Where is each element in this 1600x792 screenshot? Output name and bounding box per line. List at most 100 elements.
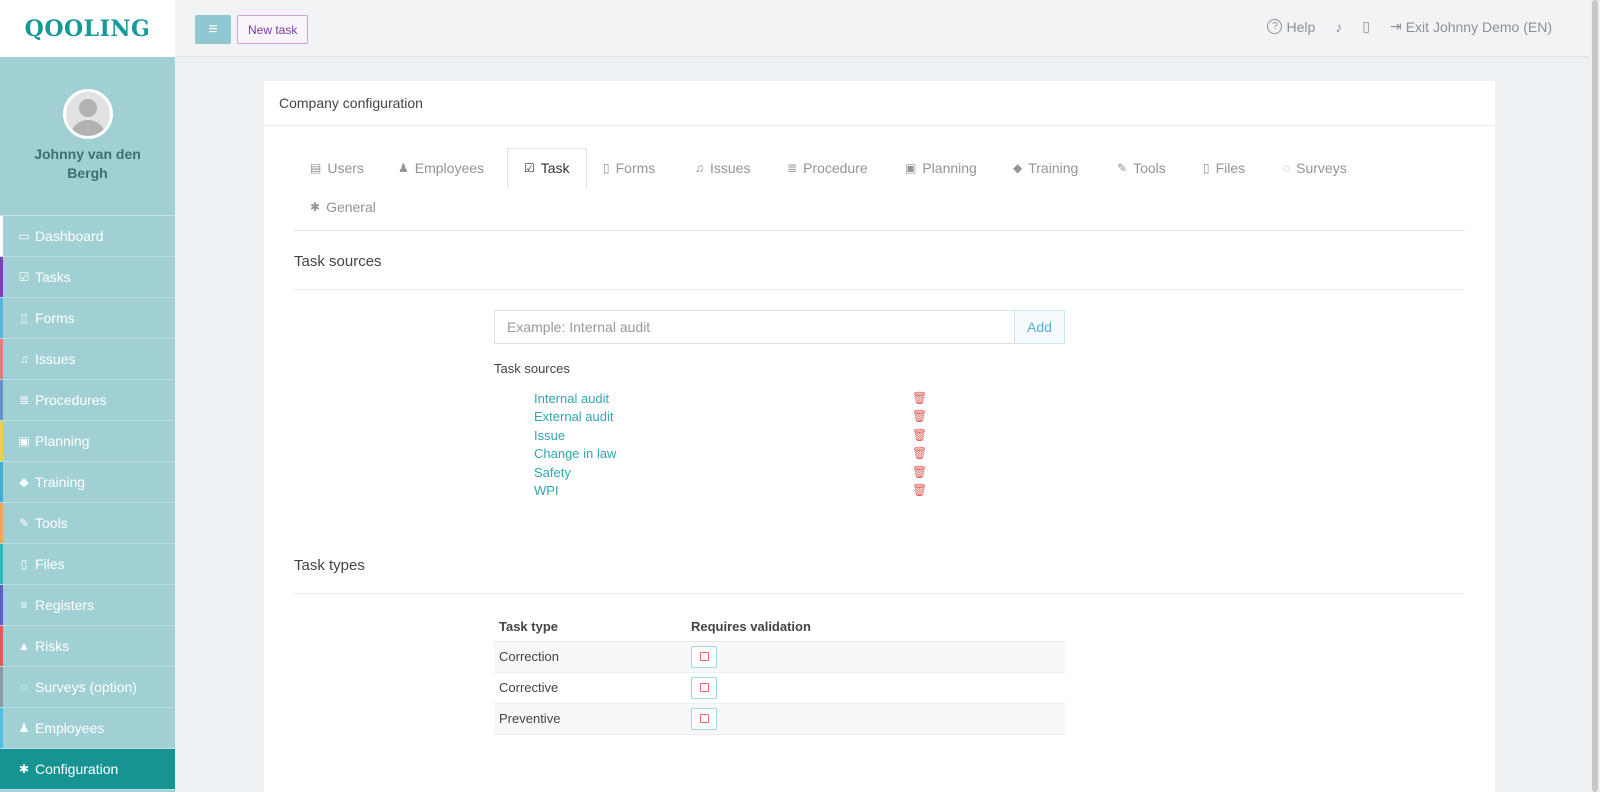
tab-task[interactable]: ☑ Task bbox=[507, 148, 587, 188]
warning-icon: ▲ bbox=[18, 639, 30, 653]
avatar[interactable] bbox=[62, 89, 113, 139]
bell-icon: ♫ bbox=[695, 161, 704, 175]
task-type-cell: Correction bbox=[494, 641, 686, 673]
sidebar: QOOLING Johnny van den Bergh ▭ Dashboard… bbox=[0, 0, 175, 792]
list-item: Safety 🗑 bbox=[534, 463, 927, 481]
tablet-button[interactable]: ▯ bbox=[1362, 18, 1370, 35]
requires-validation-checkbox[interactable] bbox=[691, 707, 717, 730]
sidebar-item-dashboard[interactable]: ▭ Dashboard bbox=[0, 216, 175, 257]
logo[interactable]: QOOLING bbox=[0, 0, 175, 57]
list-item: Internal audit 🗑 bbox=[534, 389, 927, 407]
sidebar-item-tasks[interactable]: ☑ Tasks bbox=[0, 257, 175, 298]
sidebar-item-forms[interactable]: ▯ Forms bbox=[0, 298, 175, 339]
page-title: Company configuration bbox=[264, 81, 1495, 126]
trash-icon[interactable]: 🗑 bbox=[912, 428, 927, 442]
sidebar-item-label: Issues bbox=[35, 351, 76, 367]
sidebar-item-issues[interactable]: ♫ Issues bbox=[0, 339, 175, 380]
task-type-cell: Corrective bbox=[494, 672, 686, 704]
logo-text: QOOLING bbox=[24, 15, 151, 42]
sidebar-item-label: Risks bbox=[35, 638, 70, 654]
task-source-link[interactable]: Safety bbox=[534, 465, 571, 480]
sidebar-item-label: Tools bbox=[35, 515, 68, 531]
sidebar-item-risks[interactable]: ▲ Risks bbox=[0, 626, 175, 667]
exit-demo-link[interactable]: ⇥ Exit Johnny Demo (EN) bbox=[1390, 18, 1552, 35]
task-source-input-group: Example: Internal audit Add bbox=[494, 310, 1065, 344]
graduation-cap-icon: ◆ bbox=[1013, 161, 1023, 175]
tab-surveys[interactable]: ◌ Surveys bbox=[1267, 149, 1363, 187]
comment-icon: ◌ bbox=[1283, 161, 1291, 175]
sidebar-item-label: Tasks bbox=[35, 269, 71, 285]
users-icon: ♟ bbox=[18, 721, 30, 735]
new-task-button[interactable]: New task bbox=[237, 15, 309, 44]
tab-users[interactable]: ▤ Users bbox=[294, 149, 380, 187]
task-source-link[interactable]: Issue bbox=[534, 428, 565, 443]
sidebar-item-registers[interactable]: ≡ Registers bbox=[0, 585, 175, 626]
tab-planning[interactable]: ▣ Planning bbox=[889, 149, 993, 187]
list-item: Change in law 🗑 bbox=[534, 444, 927, 462]
task-type-cell: Preventive bbox=[494, 703, 686, 735]
config-tabs: ▤ Users ♟ Employees ☑ Task ▯ Forms ♫ Iss… bbox=[294, 148, 1465, 231]
tab-tools[interactable]: ✎ Tools bbox=[1101, 149, 1182, 187]
configuration-panel: Company configuration ▤ Users ♟ Employee… bbox=[264, 81, 1495, 792]
table-row: Correction bbox=[494, 641, 1065, 673]
sidebar-item-employees[interactable]: ♟ Employees bbox=[0, 708, 175, 749]
sidebar-item-label: Surveys (option) bbox=[35, 679, 137, 695]
tab-employees[interactable]: ♟ Employees bbox=[382, 149, 500, 187]
trash-icon[interactable]: 🗑 bbox=[912, 409, 927, 423]
tab-label: Forms bbox=[615, 160, 656, 176]
sidebar-item-files[interactable]: ▯ Files bbox=[0, 544, 175, 585]
task-source-input[interactable]: Example: Internal audit bbox=[494, 310, 1014, 344]
sidebar-item-planning[interactable]: ▣ Planning bbox=[0, 421, 175, 462]
trash-icon[interactable]: 🗑 bbox=[912, 483, 927, 497]
sidebar-item-surveys[interactable]: ◌ Surveys (option) bbox=[0, 667, 175, 708]
menu-toggle-button[interactable]: ≡ bbox=[195, 15, 231, 44]
trash-icon[interactable]: 🗑 bbox=[912, 465, 927, 479]
task-source-link[interactable]: Change in law bbox=[534, 446, 616, 461]
validation-cell bbox=[686, 641, 1065, 673]
sidebar-item-tools[interactable]: ✎ Tools bbox=[0, 503, 175, 544]
notifications-button[interactable]: ♪ bbox=[1335, 19, 1342, 35]
requires-validation-checkbox[interactable] bbox=[691, 676, 717, 699]
sidebar-item-label: Registers bbox=[35, 597, 95, 613]
task-sources-heading: Task sources bbox=[294, 253, 382, 270]
add-task-source-button[interactable]: Add bbox=[1014, 310, 1065, 344]
help-label: Help bbox=[1286, 18, 1316, 35]
tablet-icon: ▯ bbox=[1362, 18, 1370, 34]
file-icon: ▯ bbox=[1203, 161, 1210, 175]
validation-cell bbox=[686, 672, 1065, 704]
scrollbar-thumb[interactable] bbox=[1592, 0, 1598, 792]
trash-icon[interactable]: 🗑 bbox=[912, 446, 927, 460]
comment-icon: ◌ bbox=[20, 680, 28, 694]
sidebar-item-training[interactable]: ◆ Training bbox=[0, 462, 175, 503]
help-icon: ? bbox=[1267, 19, 1283, 34]
task-source-link[interactable]: Internal audit bbox=[534, 391, 609, 406]
trash-icon[interactable]: 🗑 bbox=[912, 391, 927, 405]
wrench-icon: ✎ bbox=[18, 516, 30, 530]
sidebar-nav: ▭ Dashboard ☑ Tasks ▯ Forms ♫ Issues ≣ P… bbox=[0, 216, 175, 790]
tab-training[interactable]: ◆ Training bbox=[997, 149, 1094, 187]
page-scrollbar[interactable] bbox=[1590, 0, 1600, 792]
list-icon: ≣ bbox=[18, 393, 30, 407]
sidebar-item-label: Planning bbox=[35, 433, 90, 449]
tab-label: Employees bbox=[414, 160, 485, 176]
tab-issues[interactable]: ♫ Issues bbox=[679, 149, 766, 187]
id-card-icon: ▤ bbox=[310, 161, 322, 175]
tab-procedure[interactable]: ≣ Procedure bbox=[771, 149, 884, 187]
help-link[interactable]: ? Help bbox=[1267, 19, 1315, 35]
sidebar-item-procedures[interactable]: ≣ Procedures bbox=[0, 380, 175, 421]
tab-files[interactable]: ▯ Files bbox=[1187, 149, 1261, 187]
sidebar-item-label: Procedures bbox=[35, 392, 107, 408]
tab-forms[interactable]: ▯ Forms bbox=[587, 149, 671, 187]
tab-label: Procedure bbox=[803, 160, 868, 176]
column-header-task-type: Task type bbox=[494, 612, 686, 642]
sidebar-item-label: Files bbox=[35, 556, 65, 572]
task-source-link[interactable]: External audit bbox=[534, 409, 614, 424]
task-source-link[interactable]: WPI bbox=[534, 483, 559, 498]
sidebar-item-configuration[interactable]: ✱ Configuration bbox=[0, 749, 175, 790]
task-sources-list-label: Task sources bbox=[494, 361, 570, 376]
sidebar-item-label: Configuration bbox=[35, 761, 119, 777]
tab-general[interactable]: ✱ General bbox=[294, 188, 392, 226]
divider bbox=[294, 593, 1465, 594]
hamburger-icon: ≡ bbox=[208, 20, 218, 38]
requires-validation-checkbox[interactable] bbox=[691, 645, 717, 668]
